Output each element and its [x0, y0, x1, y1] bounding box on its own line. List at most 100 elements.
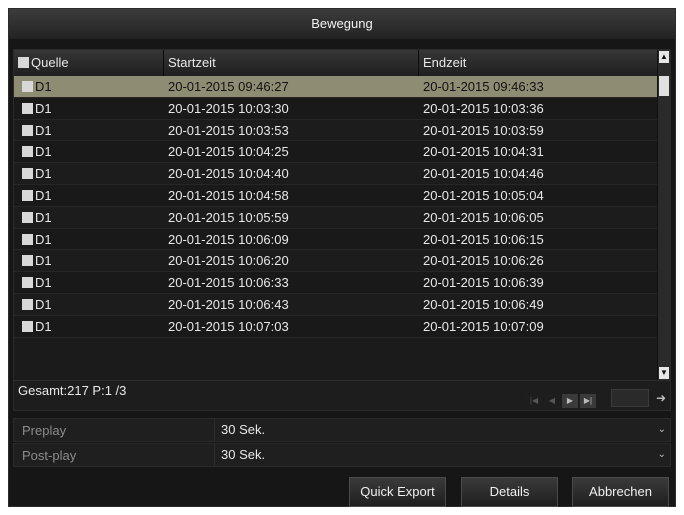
start-time-cell: 20-01-2015 10:04:58	[168, 187, 289, 203]
table-row[interactable]: D1 20-01-2015 10:04:58 20-01-2015 10:05:04	[14, 184, 658, 207]
preplay-row: Preplay 30 Sek. ⌄	[13, 418, 671, 442]
row-checkbox[interactable]	[22, 124, 33, 136]
preplay-label: Preplay	[22, 423, 67, 438]
row-checkbox[interactable]	[22, 255, 33, 267]
source-label: D1	[35, 318, 52, 334]
postplay-row: Post-play 30 Sek. ⌄	[13, 443, 671, 467]
end-time-cell: 20-01-2015 09:46:33	[423, 79, 544, 94]
row-checkbox[interactable]	[22, 102, 33, 114]
source-label: D1	[35, 253, 52, 269]
start-time-cell: 20-01-2015 10:07:03	[168, 318, 289, 334]
details-button[interactable]: Details	[461, 477, 558, 507]
source-cell: D1	[18, 76, 158, 97]
end-time-cell: 20-01-2015 10:04:31	[423, 144, 544, 160]
chevron-down-icon: ⌄	[657, 424, 666, 435]
table-row[interactable]: D1 20-01-2015 09:46:27 20-01-2015 09:46:33	[14, 76, 658, 98]
pagination-bar: Gesamt:217 P:1 /3 |◀ ◀ ▶ ▶| ➜	[13, 381, 671, 411]
column-header-quelle[interactable]: Quelle	[14, 50, 164, 76]
source-cell: D1	[18, 98, 158, 119]
source-cell: D1	[18, 250, 158, 271]
results-table: Quelle Startzeit Endzeit D1 20-01-2015 09…	[13, 49, 671, 381]
start-time-cell: 20-01-2015 10:05:59	[168, 209, 289, 225]
start-time-cell: 20-01-2015 10:03:53	[168, 122, 289, 138]
previous-page-icon[interactable]: ◀	[544, 394, 560, 408]
row-checkbox[interactable]	[22, 189, 33, 201]
start-time-cell: 20-01-2015 10:04:25	[168, 144, 289, 160]
source-cell: D1	[18, 141, 158, 162]
end-time-cell: 20-01-2015 10:06:49	[423, 296, 544, 312]
source-label: D1	[35, 144, 52, 160]
table-row[interactable]: D1 20-01-2015 10:06:43 20-01-2015 10:06:49	[14, 293, 658, 316]
table-row[interactable]: D1 20-01-2015 10:05:59 20-01-2015 10:06:05	[14, 206, 658, 229]
source-cell: D1	[18, 120, 158, 141]
scroll-up-icon[interactable]: ▲	[659, 51, 669, 63]
scroll-thumb[interactable]	[659, 76, 669, 96]
source-label: D1	[35, 187, 52, 203]
source-label: D1	[35, 79, 52, 94]
source-cell: D1	[18, 185, 158, 206]
preplay-select[interactable]: 30 Sek. ⌄	[214, 419, 670, 441]
start-time-cell: 20-01-2015 10:04:40	[168, 166, 289, 182]
first-page-icon[interactable]: |◀	[526, 394, 542, 408]
start-time-cell: 20-01-2015 10:06:43	[168, 296, 289, 312]
row-checkbox[interactable]	[22, 81, 33, 92]
end-time-cell: 20-01-2015 10:06:26	[423, 253, 544, 269]
last-page-icon[interactable]: ▶|	[580, 394, 596, 408]
start-time-cell: 20-01-2015 09:46:27	[168, 79, 289, 94]
row-checkbox[interactable]	[22, 168, 33, 180]
end-time-cell: 20-01-2015 10:03:59	[423, 122, 544, 138]
end-time-cell: 20-01-2015 10:06:39	[423, 275, 544, 291]
column-header-endzeit[interactable]: Endzeit	[419, 50, 658, 76]
start-time-cell: 20-01-2015 10:06:33	[168, 275, 289, 291]
table-body: D1 20-01-2015 09:46:27 20-01-2015 09:46:33…	[14, 76, 658, 338]
row-checkbox[interactable]	[22, 320, 33, 332]
select-all-checkbox[interactable]	[18, 57, 29, 68]
table-row[interactable]: D1 20-01-2015 10:06:20 20-01-2015 10:06:26	[14, 250, 658, 273]
source-cell: D1	[18, 272, 158, 293]
table-row[interactable]: D1 20-01-2015 10:04:40 20-01-2015 10:04:46	[14, 163, 658, 185]
start-time-cell: 20-01-2015 10:06:20	[168, 253, 289, 269]
table-scrollbar[interactable]: ▲ ▼	[657, 50, 670, 380]
next-page-icon[interactable]: ▶	[562, 394, 578, 408]
end-time-cell: 20-01-2015 10:06:15	[423, 231, 544, 247]
source-cell: D1	[18, 294, 158, 315]
end-time-cell: 20-01-2015 10:07:09	[423, 318, 544, 334]
end-time-cell: 20-01-2015 10:05:04	[423, 187, 544, 203]
scroll-down-icon[interactable]: ▼	[659, 367, 669, 379]
table-row[interactable]: D1 20-01-2015 10:03:53 20-01-2015 10:03:59	[14, 119, 658, 142]
column-header-quelle-label: Quelle	[31, 55, 69, 70]
postplay-label: Post-play	[22, 448, 77, 463]
go-to-page-icon[interactable]: ➜	[654, 389, 668, 407]
chevron-down-icon: ⌄	[657, 449, 666, 460]
table-row[interactable]: D1 20-01-2015 10:07:03 20-01-2015 10:07:09	[14, 315, 658, 338]
pagination-summary: Gesamt:217 P:1 /3	[18, 383, 127, 398]
column-header-startzeit[interactable]: Startzeit	[164, 50, 419, 76]
row-checkbox[interactable]	[22, 277, 33, 289]
postplay-select[interactable]: 30 Sek. ⌄	[214, 444, 670, 466]
table-header: Quelle Startzeit Endzeit	[14, 50, 658, 76]
table-row[interactable]: D1 20-01-2015 10:06:33 20-01-2015 10:06:39	[14, 272, 658, 294]
source-label: D1	[35, 296, 52, 312]
source-cell: D1	[18, 316, 158, 337]
source-cell: D1	[18, 163, 158, 184]
row-checkbox[interactable]	[22, 211, 33, 223]
row-checkbox[interactable]	[22, 298, 33, 310]
row-checkbox[interactable]	[22, 146, 33, 158]
end-time-cell: 20-01-2015 10:06:05	[423, 209, 544, 225]
cancel-button[interactable]: Abbrechen	[572, 477, 669, 507]
source-label: D1	[35, 231, 52, 247]
end-time-cell: 20-01-2015 10:03:36	[423, 100, 544, 116]
source-label: D1	[35, 275, 52, 291]
source-cell: D1	[18, 229, 158, 250]
source-cell: D1	[18, 207, 158, 228]
dialog-title: Bewegung	[9, 9, 675, 39]
page-number-input[interactable]	[611, 389, 649, 407]
source-label: D1	[35, 209, 52, 225]
table-row[interactable]: D1 20-01-2015 10:06:09 20-01-2015 10:06:15	[14, 228, 658, 251]
start-time-cell: 20-01-2015 10:03:30	[168, 100, 289, 116]
table-row[interactable]: D1 20-01-2015 10:04:25 20-01-2015 10:04:31	[14, 141, 658, 164]
end-time-cell: 20-01-2015 10:04:46	[423, 166, 544, 182]
table-row[interactable]: D1 20-01-2015 10:03:30 20-01-2015 10:03:36	[14, 97, 658, 120]
quick-export-button[interactable]: Quick Export	[349, 477, 446, 507]
row-checkbox[interactable]	[22, 233, 33, 245]
